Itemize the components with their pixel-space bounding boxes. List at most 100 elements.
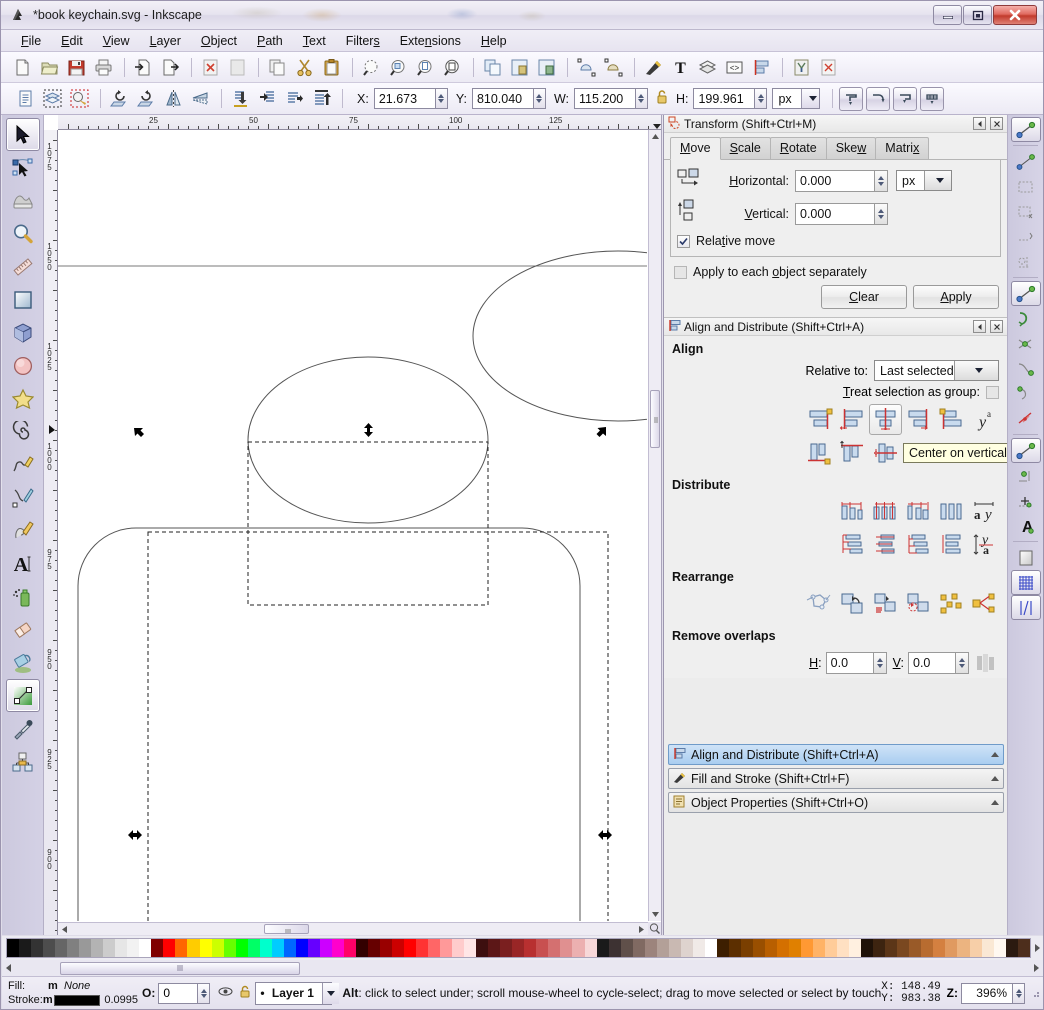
canvas-horizontal-scrollbar[interactable] [58,922,648,935]
align-right-edge-to-left-anchor-icon[interactable] [803,404,836,435]
palette-swatch[interactable] [79,939,92,957]
menu-path[interactable]: Path [247,32,293,50]
snap-smooth-nodes-button[interactable] [1011,381,1041,406]
palette-swatch[interactable] [343,939,356,957]
palette-swatch[interactable] [909,939,922,957]
palette-swatch[interactable] [103,939,116,957]
vertical-input[interactable] [796,203,874,224]
canvas-vertical-scrollbar[interactable] [648,130,661,921]
maximize-button[interactable] [963,5,992,25]
palette-swatch[interactable] [7,939,20,957]
snap-rotation-centers-button[interactable] [1011,488,1041,513]
relative-move-row[interactable]: Relative move [677,234,994,248]
horizontal-input[interactable] [796,170,874,191]
apply-button[interactable]: Apply [913,285,999,309]
palette-swatch[interactable] [921,939,934,957]
paint-bucket-icon[interactable] [6,646,40,679]
h-field[interactable] [693,88,756,109]
palette-swatch[interactable] [295,939,308,957]
palette-swatch[interactable] [440,939,453,957]
palette-scroll-right-icon[interactable] [1031,938,1043,958]
palette-swatch[interactable] [560,939,573,957]
zoom-page-icon[interactable] [413,55,438,80]
dockbar-fill-and-stroke[interactable]: Fill and Stroke (Shift+Ctrl+F) [668,768,1004,789]
palette-swatch[interactable] [801,939,814,957]
palette-swatch[interactable] [825,939,838,957]
chevron-down-icon[interactable] [923,171,951,190]
zoom-tool[interactable] [6,217,40,250]
vertical-scroll-thumb[interactable] [650,390,660,448]
palette-swatch[interactable] [355,939,368,957]
palette-swatch[interactable] [596,939,609,957]
distribute-gaps-horizontally-icon[interactable] [935,496,968,527]
snap-bbox-corners-button[interactable] [1011,199,1041,224]
tab-move[interactable]: Move [670,137,721,160]
palette-swatch[interactable] [837,939,850,957]
align-bottom-edge-to-top-anchor-icon[interactable] [803,437,836,468]
snap-page-border-button[interactable] [1011,545,1041,570]
tab-rotate[interactable]: Rotate [769,137,827,159]
tab-scale[interactable]: Scale [719,137,771,159]
select-all-icon[interactable] [13,86,38,111]
chevron-down-icon[interactable] [953,361,998,380]
palette-swatch[interactable] [548,939,561,957]
palette-swatch[interactable] [139,939,152,957]
measure-tool[interactable] [6,250,40,283]
menu-file[interactable]: File [11,32,51,50]
palette-swatch[interactable] [536,939,549,957]
palette-swatch[interactable] [993,939,1006,957]
align-right-edges-icon[interactable] [902,404,935,435]
palette-swatch[interactable] [331,939,344,957]
palette-swatch[interactable] [632,939,645,957]
chevron-down-icon[interactable] [801,89,820,108]
redo-icon[interactable] [225,55,250,80]
palette-swatch[interactable] [175,939,188,957]
document-properties-icon[interactable] [816,55,841,80]
relative-move-checkbox[interactable] [677,234,690,248]
unclump-icon[interactable] [968,588,1001,619]
affect-rounded-corners-icon[interactable] [866,86,891,111]
palette-swatch[interactable] [379,939,392,957]
palette-swatch[interactable] [885,939,898,957]
eraser-icon[interactable] [6,613,40,646]
palette-swatch[interactable] [452,939,465,957]
snap-grids-button[interactable] [1010,570,1041,595]
collapse-left-icon[interactable] [973,320,986,333]
palette-swatch[interactable] [957,939,970,957]
palette-swatch[interactable] [512,939,525,957]
palette-swatch[interactable] [524,939,537,957]
palette-swatch[interactable] [211,939,224,957]
h-spinner[interactable] [755,88,768,109]
palette-swatch[interactable] [620,939,633,957]
palette-swatch[interactable] [115,939,128,957]
minimize-button[interactable] [933,5,962,25]
opacity-input[interactable] [159,983,198,1003]
tweak-tool[interactable] [6,184,40,217]
spiral-tool[interactable] [6,415,40,448]
undo-icon[interactable] [198,55,223,80]
palette-swatch[interactable] [392,939,405,957]
bezier-pen-icon[interactable] [6,481,40,514]
menu-edit[interactable]: Edit [51,32,93,50]
palette-swatch[interactable] [644,939,657,957]
distribute-centers-horizontally-icon[interactable] [869,496,902,527]
snap-midpoints-line-segments-button[interactable] [1011,406,1041,431]
close-x-icon[interactable] [990,320,1003,333]
palette-swatch[interactable] [235,939,248,957]
text-tool-dialog-icon[interactable]: T [668,55,693,80]
layer-selector[interactable]: • Layer 1 [255,981,339,1005]
vertical-ruler[interactable]: 1075 1050 1025 1000 975 950 925 900 [44,130,58,935]
affect-gradients-icon[interactable] [893,86,918,111]
snap-text-baselines-button[interactable]: A [1011,513,1041,538]
overlap-h-field[interactable] [825,651,874,674]
palette-swatch[interactable] [283,939,296,957]
rectangle-tool[interactable] [6,283,40,316]
zoom-control[interactable]: Z: 396% [947,982,1025,1004]
preferences-icon[interactable] [789,55,814,80]
fill-stroke-dialog-icon[interactable] [641,55,666,80]
horizontal-scroll-thumb[interactable] [264,924,309,934]
window-horizontal-scrollbar[interactable] [2,960,1043,976]
menu-object[interactable]: Object [191,32,247,50]
palette-swatch[interactable] [1017,939,1030,957]
distribute-centers-vertically-icon[interactable] [869,529,902,560]
